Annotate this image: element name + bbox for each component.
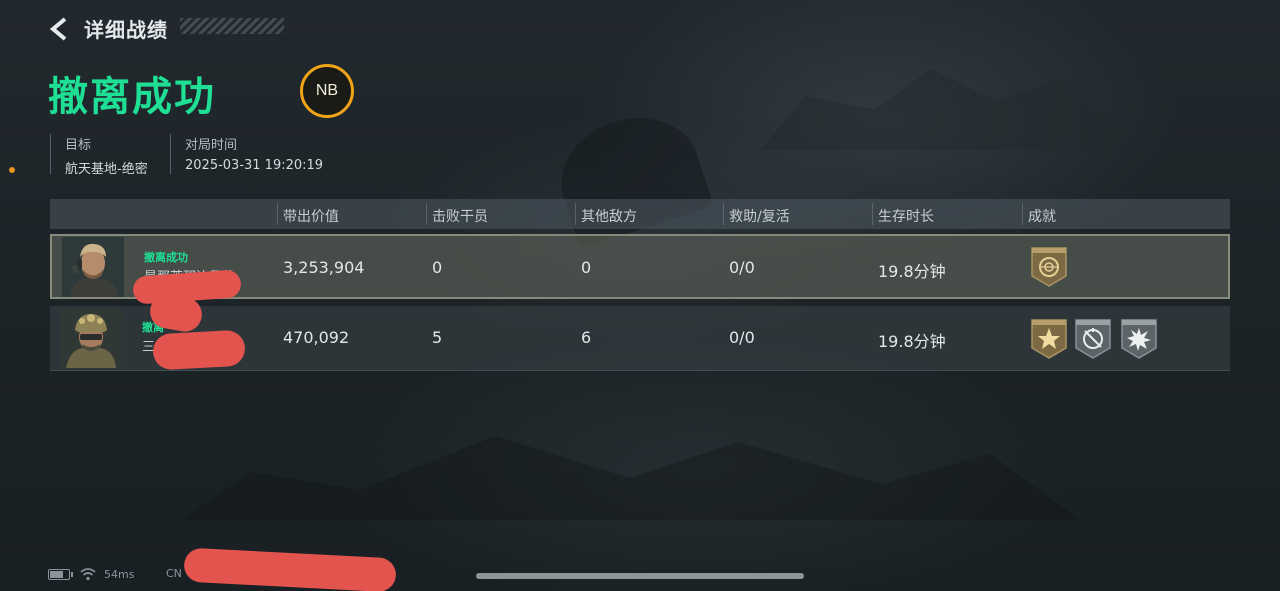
page-title: 详细战绩 — [84, 18, 168, 42]
survival-time: 19.8分钟 — [878, 332, 946, 351]
column-header-achievements: 成就 — [1028, 209, 1056, 225]
page-header: 详细战绩 — [48, 14, 168, 43]
stats-table: 带出价值 击败干员 其他敌方 救助/复活 生存时长 成就 撤离成功 是那芙那边日… — [50, 199, 1230, 371]
ping-value: 54ms — [104, 567, 135, 581]
home-indicator[interactable] — [476, 573, 804, 579]
wifi-icon — [80, 568, 96, 581]
column-header-defeated: 击败干员 — [432, 209, 488, 225]
column-divider — [872, 203, 873, 225]
defeated-operators: 5 — [432, 328, 443, 347]
status-bar: 54ms — [48, 566, 134, 582]
operator-status: 撤离成功 — [144, 251, 188, 264]
column-divider — [723, 203, 724, 225]
side-indicator-dot — [9, 167, 15, 173]
battery-icon — [48, 568, 73, 580]
gold-star-medal-icon[interactable] — [1030, 318, 1068, 360]
nb-badge-label: NB — [315, 82, 339, 99]
match-time-value: 2025-03-31 19:20:19 — [185, 158, 324, 173]
column-divider — [575, 203, 576, 225]
target-label: 目标 — [65, 138, 92, 153]
crosshair-medal-icon[interactable] — [1074, 318, 1112, 360]
assist-revive: 0/0 — [729, 258, 755, 277]
redaction-mark — [152, 329, 246, 371]
target-value: 航天基地-绝密 — [65, 162, 148, 177]
survival-time: 19.8分钟 — [878, 262, 946, 281]
assist-revive: 0/0 — [729, 328, 755, 347]
column-divider — [426, 203, 427, 225]
extracted-value: 470,092 — [283, 328, 350, 347]
match-time-info: 对局时间 2025-03-31 19:20:19 — [170, 134, 323, 174]
other-enemies: 0 — [581, 258, 592, 277]
column-header-assist: 救助/复活 — [729, 209, 790, 225]
match-time-label: 对局时间 — [185, 138, 238, 153]
extracted-value: 3,253,904 — [283, 258, 365, 277]
column-header-survival: 生存时长 — [878, 209, 934, 225]
region-label: CN — [166, 567, 182, 580]
operator-avatar — [60, 308, 122, 368]
target-info: 目标 航天基地-绝密 — [50, 134, 148, 177]
bronze-medal-icon[interactable] — [1030, 246, 1068, 288]
other-enemies: 6 — [581, 328, 592, 347]
column-divider — [1022, 203, 1023, 225]
back-arrow-icon[interactable] — [48, 16, 70, 42]
result-title: 撤离成功 — [48, 74, 216, 120]
column-header-other-enemies: 其他敌方 — [581, 209, 637, 225]
table-header: 带出价值 击败干员 其他敌方 救助/复活 生存时长 成就 — [50, 199, 1230, 229]
nb-badge: NB — [300, 64, 354, 118]
defeated-operators: 0 — [432, 258, 443, 277]
column-header-value: 带出价值 — [283, 209, 339, 225]
burst-medal-icon[interactable] — [1120, 318, 1158, 360]
column-divider — [277, 203, 278, 225]
operator-avatar — [62, 237, 124, 297]
header-stripe-decoration — [180, 18, 284, 34]
